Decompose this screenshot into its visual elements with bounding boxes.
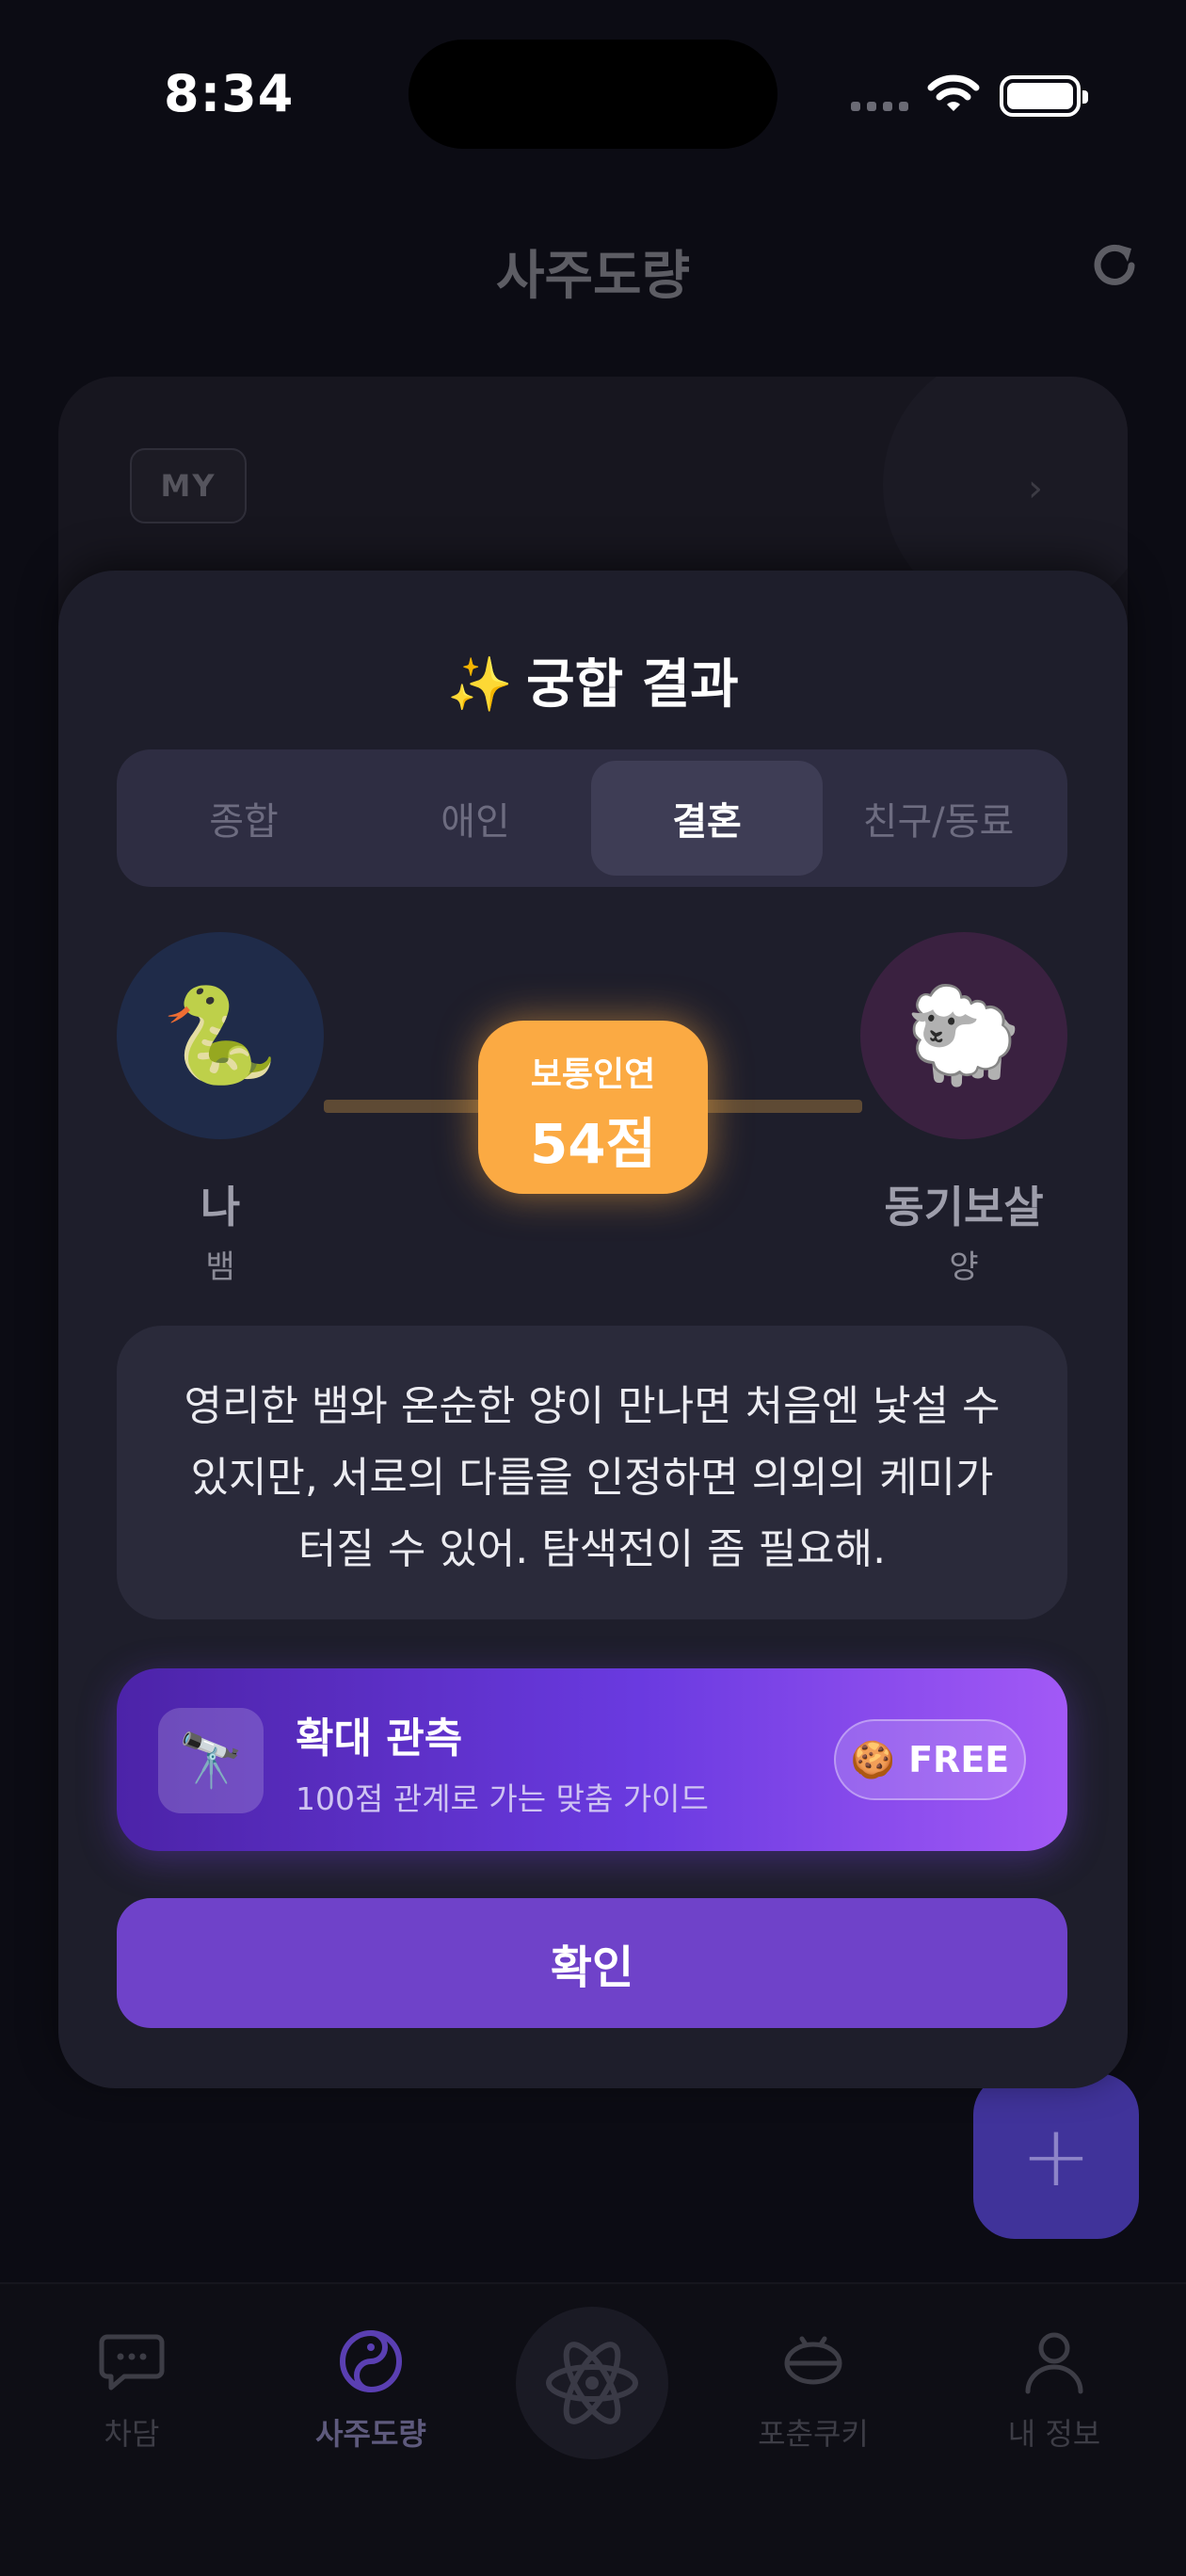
modal-title: ✨ 궁합 결과 (58, 642, 1128, 718)
tab-center-action[interactable] (516, 2307, 668, 2459)
atom-icon (546, 2342, 638, 2424)
refresh-icon[interactable] (1086, 237, 1143, 294)
tab-saju[interactable]: 사주도량 (277, 2326, 465, 2454)
tab-bar: 차담 사주도량 포춘쿠키 내 정보 (0, 2282, 1186, 2576)
cookie-icon: 🍪 (850, 1738, 896, 1780)
signal-icon (851, 102, 908, 111)
expand-observation-button[interactable]: 🔭 확대 관측 100점 관계로 가는 맞춤 가이드 🍪 FREE (117, 1668, 1067, 1851)
tab-overall[interactable]: 종합 (128, 761, 360, 876)
add-button[interactable]: + (973, 2073, 1139, 2239)
sheep-icon: 🐑 (860, 932, 1067, 1139)
compatibility-result-modal: ✨ 궁합 결과 종합 애인 결혼 친구/동료 🐍 나 뱀 🐑 동기보살 양 보통인… (58, 571, 1128, 2088)
expand-title: 확대 관측 (296, 1715, 463, 1763)
score-label: 보통인연 (530, 1055, 656, 1094)
chevron-right-icon: › (1028, 467, 1043, 510)
expand-subtitle: 100점 관계로 가는 맞춤 가이드 (296, 1780, 709, 1817)
chat-icon (99, 2334, 165, 2391)
tab-label: 내 정보 (1007, 2416, 1101, 2452)
tab-lover[interactable]: 애인 (360, 761, 591, 876)
tab-label: 차담 (104, 2416, 160, 2452)
score-value: 54점 (529, 1112, 657, 1176)
yin-yang-icon (340, 2330, 402, 2392)
person-name: 나 (200, 1182, 241, 1232)
compatibility-score-badge: 보통인연 54점 (478, 1021, 708, 1194)
person-partner: 🐑 동기보살 양 (860, 932, 1067, 1287)
tab-label: 포춘쿠키 (758, 2416, 869, 2452)
confirm-button[interactable]: 확인 (117, 1898, 1067, 2028)
compatibility-description: 영리한 뱀와 온순한 양이 만나면 처음엔 낯설 수 있지만, 서로의 다름을 … (117, 1326, 1067, 1619)
sparkles-icon: ✨ (447, 654, 514, 716)
battery-icon (1000, 75, 1088, 117)
snake-icon: 🐍 (117, 932, 324, 1139)
tab-label: 사주도량 (315, 2416, 426, 2452)
dynamic-island (409, 40, 777, 149)
free-badge: 🍪 FREE (834, 1719, 1026, 1800)
person-name: 동기보살 (884, 1182, 1044, 1232)
free-label: FREE (908, 1739, 1010, 1780)
tab-friend-coworker[interactable]: 친구/동료 (823, 761, 1054, 876)
tab-chadam[interactable]: 차담 (38, 2326, 226, 2454)
tab-marriage[interactable]: 결혼 (591, 761, 823, 876)
fortune-cookie-icon (784, 2336, 842, 2385)
relationship-type-tabs: 종합 애인 결혼 친구/동료 (117, 749, 1067, 887)
person-icon (1025, 2332, 1083, 2394)
status-time: 8:34 (164, 64, 295, 123)
status-bar: 8:34 (0, 0, 1186, 188)
zodiac-animal: 양 (949, 1248, 979, 1286)
tab-fortune-cookie[interactable]: 포춘쿠키 (719, 2326, 907, 2454)
tab-my-info[interactable]: 내 정보 (960, 2326, 1148, 2454)
zodiac-animal: 뱀 (205, 1248, 235, 1286)
wifi-icon (927, 74, 980, 111)
telescope-icon: 🔭 (158, 1708, 264, 1813)
person-me: 🐍 나 뱀 (117, 932, 324, 1287)
page-title: 사주도량 (495, 246, 691, 307)
my-badge: MY (130, 448, 247, 523)
modal-title-text: 궁합 결과 (526, 654, 739, 716)
